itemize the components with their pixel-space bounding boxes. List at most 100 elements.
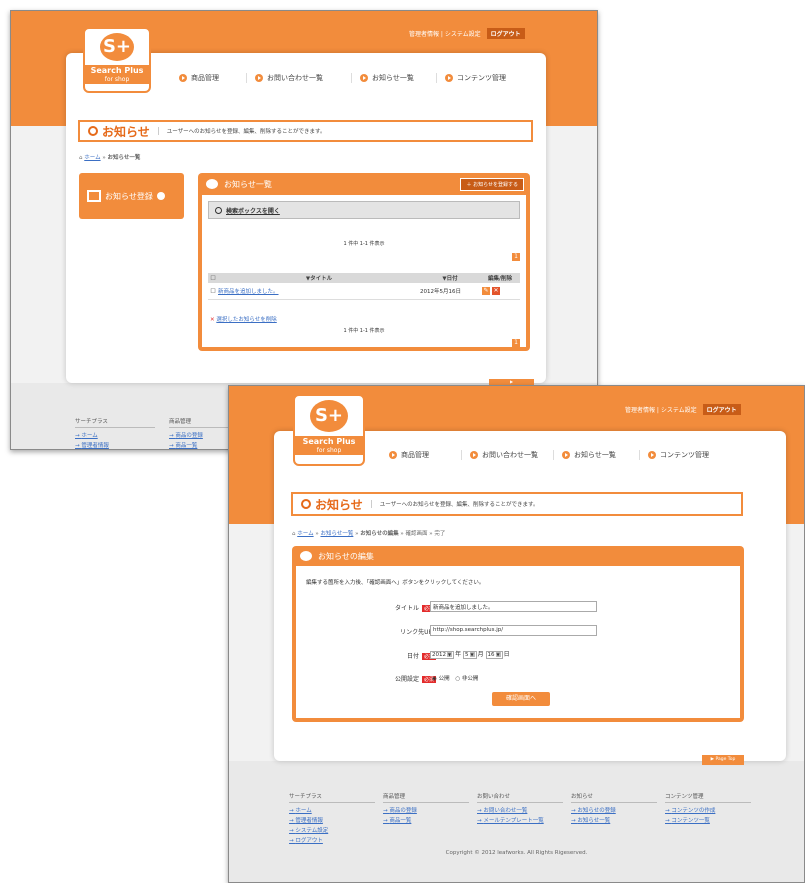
system-link[interactable]: システム設定 <box>445 31 481 38</box>
pagination-page-bottom[interactable]: 1 <box>512 339 520 347</box>
table-header: □ ▼タイトル ▼日付 編集/削除 <box>208 273 520 283</box>
page-top-button[interactable]: ▶ Page Top <box>702 755 744 765</box>
home-icon: ⌂ <box>292 531 296 537</box>
page-title-bar: お知らせ ユーザーへのお知らせを登録、編集、削除することができます。 <box>78 120 533 142</box>
global-nav: 商品管理 お問い合わせ一覧 お知らせ一覧 コンテンツ管理 <box>171 73 531 83</box>
top-links: 管理者情報 | システム設定 ログアウト <box>625 404 741 415</box>
row-checkbox[interactable]: □ <box>208 283 218 300</box>
delete-icon[interactable]: ✕ <box>492 286 500 295</box>
footer-link[interactable]: → お問い合わせ一覧 <box>477 806 563 814</box>
circle-icon <box>88 126 98 136</box>
status-options: ◉ 公開 ○ 非公開 <box>432 674 478 682</box>
footer-link[interactable]: → システム設定 <box>289 826 375 834</box>
account-link[interactable]: 管理者情報 <box>625 407 655 414</box>
search-toggle[interactable]: 検索ボックスを開く <box>208 201 520 219</box>
footer-link[interactable]: → メールテンプレート一覧 <box>477 816 563 824</box>
title-field[interactable]: 新商品を追加しました。 <box>430 601 597 612</box>
footer-col: サーチプラス → ホーム → 管理者情報 → システム設定 → ログアウト <box>289 792 375 846</box>
arrow-icon <box>445 74 453 82</box>
row-title[interactable]: 新商品を追加しました。 <box>218 283 420 300</box>
logout-button[interactable]: ログアウト <box>702 404 741 415</box>
confirm-button[interactable]: 確認画面へ <box>492 692 550 706</box>
select-all-cell[interactable]: □ <box>208 273 218 283</box>
panel-body: 検索ボックスを開く 1 件中 1-1 件表示 1 □ ▼タイトル ▼日付 編集/… <box>202 195 526 347</box>
footer-col: お問い合わせ → お問い合わせ一覧 → メールテンプレート一覧 <box>477 792 563 846</box>
instruction-text: 編集する箇所を入力後、「確認画面へ」ボタンをクリックしてください。 <box>306 580 485 586</box>
edit-icon <box>87 190 101 202</box>
day-select[interactable]: 16 ▼ <box>485 651 503 659</box>
add-news-button[interactable]: ＋ お知らせを登録する <box>460 178 524 191</box>
nav-item-products[interactable]: 商品管理 <box>381 450 461 460</box>
footer-link[interactable]: → 管理者情報 <box>75 441 155 449</box>
footer-link[interactable]: → ログアウト <box>289 836 375 844</box>
nav-item-contents[interactable]: コンテンツ管理 <box>436 73 531 83</box>
home-icon: ⌂ <box>79 155 83 161</box>
arrow-icon <box>562 451 570 459</box>
logo-name: Search Plus <box>85 65 149 76</box>
year-select[interactable]: 2012 ▼ <box>430 651 455 659</box>
panel-title: お知らせ一覧 <box>224 179 272 189</box>
breadcrumb-done: 完了 <box>434 531 446 537</box>
breadcrumb: ⌂ ホーム » お知らせ一覧 <box>79 155 141 161</box>
nav-item-contents[interactable]: コンテンツ管理 <box>639 450 739 460</box>
footer-link[interactable]: → 商品一覧 <box>383 816 469 824</box>
footer-col: 商品管理 → 商品の登録 → 商品一覧 <box>383 792 469 846</box>
logout-button[interactable]: ログアウト <box>486 28 525 39</box>
footer-link[interactable]: → お知らせの登録 <box>571 806 657 814</box>
logo-name: Search Plus <box>295 436 363 447</box>
radio-private[interactable]: ○ 非公開 <box>455 676 478 682</box>
footer-link[interactable]: → コンテンツの作成 <box>665 806 751 814</box>
page-top-label: Page Top <box>715 757 736 762</box>
arrow-icon <box>470 451 478 459</box>
footer-link[interactable]: → ホーム <box>75 431 155 439</box>
footer-col: コンテンツ管理 → コンテンツの作成 → コンテンツ一覧 <box>665 792 751 846</box>
footer-links: サーチプラス → ホーム → 管理者情報 商品管理 → 商品の登録 → 商品一覧 <box>75 417 249 449</box>
month-unit: 月 <box>477 651 484 658</box>
table-row: □ 新商品を追加しました。 2012年5月16日 ✎ ✕ <box>208 283 520 300</box>
result-count: 1 件中 1-1 件表示 <box>343 241 385 247</box>
footer-link[interactable]: → お知らせ一覧 <box>571 816 657 824</box>
footer-col: お知らせ → お知らせの登録 → お知らせ一覧 <box>571 792 657 846</box>
nav-item-products[interactable]: 商品管理 <box>171 73 246 83</box>
footer-col: サーチプラス → ホーム → 管理者情報 <box>75 417 155 449</box>
date-selectors: 2012 ▼ 年 5 ▼ 月 16 ▼ 日 <box>430 649 510 659</box>
radio-public[interactable]: ◉ 公開 <box>432 676 450 682</box>
search-toggle-label: 検索ボックスを開く <box>226 207 280 215</box>
row-title-link[interactable]: 新商品を追加しました。 <box>218 289 279 295</box>
breadcrumb-list[interactable]: お知らせ一覧 <box>320 531 353 537</box>
footer-link[interactable]: → 管理者情報 <box>289 816 375 824</box>
nav-item-inquiries[interactable]: お問い合わせ一覧 <box>461 450 553 460</box>
day-unit: 日 <box>503 651 510 658</box>
nav-item-inquiries[interactable]: お問い合わせ一覧 <box>246 73 351 83</box>
page-title-text: お知らせ <box>102 124 150 139</box>
delete-selected-link[interactable]: 選択したお知らせを削除 <box>216 317 276 323</box>
footer-heading: サーチプラス <box>289 792 375 803</box>
nav-item-news[interactable]: お知らせ一覧 <box>553 450 639 460</box>
system-link[interactable]: システム設定 <box>661 407 697 414</box>
footer-link[interactable]: → コンテンツ一覧 <box>665 816 751 824</box>
nav-label: お知らせ一覧 <box>574 451 616 459</box>
col-date[interactable]: ▼日付 <box>420 273 480 283</box>
panel-body: 編集する箇所を入力後、「確認画面へ」ボタンをクリックしてください。 タイトル 必須… <box>296 566 740 718</box>
nav-item-news[interactable]: お知らせ一覧 <box>351 73 436 83</box>
breadcrumb-current: お知らせの編集 <box>360 531 399 537</box>
breadcrumb-home[interactable]: ホーム <box>297 531 313 537</box>
footer-link[interactable]: → 商品の登録 <box>383 806 469 814</box>
account-link[interactable]: 管理者情報 <box>409 31 439 38</box>
logo[interactable]: S+ Search Plus for shop <box>83 27 151 93</box>
register-button[interactable]: お知らせ登録 <box>79 173 184 219</box>
url-field[interactable]: http://shop.searchplus.jp/ <box>430 625 597 636</box>
page-title-text: お知らせ <box>315 497 363 512</box>
pagination-page[interactable]: 1 <box>512 253 520 261</box>
circle-icon <box>301 499 311 509</box>
nav-label: コンテンツ管理 <box>660 451 709 459</box>
footer-link[interactable]: → ホーム <box>289 806 375 814</box>
col-title[interactable]: ▼タイトル <box>218 273 420 283</box>
screenshot-list: 管理者情報 | システム設定 ログアウト S+ Search Plus for … <box>10 10 598 450</box>
logo[interactable]: S+ Search Plus for shop <box>293 394 365 466</box>
breadcrumb-home[interactable]: ホーム <box>84 155 100 161</box>
logo-sub: for shop <box>85 76 149 84</box>
delete-selected[interactable]: ✕ 選択したお知らせを削除 <box>210 315 277 323</box>
edit-icon[interactable]: ✎ <box>482 286 490 295</box>
month-select[interactable]: 5 ▼ <box>463 651 477 659</box>
